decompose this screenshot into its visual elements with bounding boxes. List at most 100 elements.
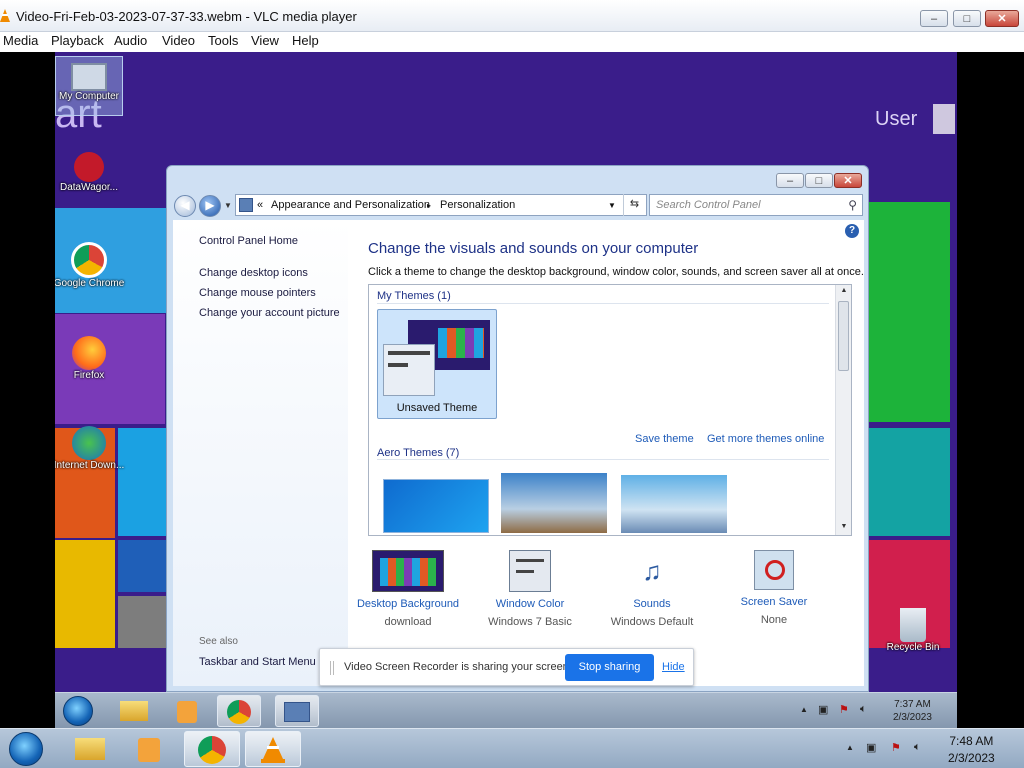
hide-link[interactable]: Hide bbox=[662, 661, 685, 673]
folder-icon bbox=[120, 701, 148, 721]
taskbar-vlc[interactable] bbox=[245, 731, 301, 767]
sounds-option[interactable]: ♫ Sounds Windows Default bbox=[592, 550, 712, 628]
cp-close-button[interactable]: ✕ bbox=[834, 173, 862, 188]
address-bar[interactable]: « Appearance and Personalization ▸ Perso… bbox=[235, 194, 647, 216]
vlc-title-bar: Video-Fri-Feb-03-2023-07-37-33.webm - VL… bbox=[0, 0, 1024, 32]
breadcrumb-personalization[interactable]: Personalization bbox=[440, 199, 515, 211]
tray-expand-icon[interactable]: ▲ bbox=[800, 705, 808, 714]
drag-handle-icon[interactable] bbox=[330, 661, 334, 675]
start-orb-icon[interactable] bbox=[9, 732, 43, 766]
menu-video[interactable]: Video bbox=[162, 33, 195, 48]
menu-playback[interactable]: Playback bbox=[51, 33, 104, 48]
themes-scrollbar[interactable]: ▲ ▼ bbox=[835, 285, 851, 535]
clock-time: 7:37 AM bbox=[894, 699, 931, 710]
theme-name: Unsaved Theme bbox=[396, 402, 478, 414]
taskbar-chrome[interactable] bbox=[217, 695, 261, 727]
firefox-icon bbox=[72, 336, 106, 370]
action-center-icon[interactable]: ⚑ bbox=[891, 741, 901, 754]
recycle-bin-icon bbox=[900, 608, 926, 642]
search-input[interactable]: Search Control Panel bbox=[656, 199, 761, 211]
desktop-icon-idm[interactable]: Internet Down... bbox=[55, 426, 129, 471]
desktop-icon-datawagon[interactable]: DataWagor... bbox=[55, 152, 129, 193]
taskbar-media-player[interactable] bbox=[165, 695, 209, 727]
volume-icon[interactable]: 🔈︎ bbox=[860, 703, 867, 716]
back-button[interactable]: ◀ bbox=[174, 195, 196, 217]
taskbar-media-player[interactable] bbox=[121, 731, 177, 767]
network-icon[interactable]: ▣ bbox=[818, 703, 828, 716]
menu-tools[interactable]: Tools bbox=[208, 33, 238, 48]
aero-themes-heading: Aero Themes (7) bbox=[377, 447, 460, 459]
clock-time: 7:48 AM bbox=[949, 734, 994, 748]
folder-icon bbox=[75, 738, 105, 760]
link-change-desktop-icons[interactable]: Change desktop icons bbox=[199, 267, 308, 279]
task-pane: Control Panel Home Change desktop icons … bbox=[173, 220, 348, 686]
save-theme-link[interactable]: Save theme bbox=[635, 433, 694, 445]
scroll-up-icon[interactable]: ▲ bbox=[836, 287, 851, 294]
taskbar-chrome[interactable] bbox=[184, 731, 240, 767]
link-taskbar-start-menu[interactable]: Taskbar and Start Menu bbox=[199, 656, 316, 668]
media-player-icon bbox=[177, 701, 197, 723]
get-more-themes-link[interactable]: Get more themes online bbox=[707, 433, 824, 445]
stop-sharing-button[interactable]: Stop sharing bbox=[565, 654, 654, 681]
forward-button[interactable]: ▶ bbox=[199, 195, 221, 217]
cp-minimize-button[interactable]: – bbox=[776, 173, 804, 188]
close-button[interactable]: ✕ bbox=[985, 10, 1019, 27]
theme-landscapes[interactable] bbox=[621, 475, 727, 533]
screen-saver-option[interactable]: Screen Saver None bbox=[714, 550, 834, 626]
link-change-mouse-pointers[interactable]: Change mouse pointers bbox=[199, 287, 316, 299]
recent-pages-icon[interactable]: ▼ bbox=[224, 201, 232, 210]
screen-saver-label[interactable]: Screen Saver bbox=[714, 596, 834, 608]
sounds-icon: ♫ bbox=[642, 556, 662, 586]
tile-darkblue bbox=[118, 540, 166, 592]
start-orb-icon[interactable] bbox=[63, 696, 93, 726]
theme-windows7[interactable] bbox=[383, 479, 489, 533]
theme-unsaved[interactable]: Unsaved Theme bbox=[377, 309, 497, 419]
tray-expand-icon[interactable]: ▲ bbox=[846, 743, 854, 752]
breadcrumb-overflow[interactable]: « bbox=[257, 199, 263, 211]
address-dropdown-icon[interactable]: ▼ bbox=[608, 201, 616, 210]
minimize-button[interactable]: – bbox=[920, 10, 948, 27]
menu-media[interactable]: Media bbox=[3, 33, 38, 48]
desktop-icon-firefox[interactable]: Firefox bbox=[55, 336, 129, 381]
menu-audio[interactable]: Audio bbox=[114, 33, 147, 48]
search-box[interactable]: Search Control Panel ⚲ bbox=[649, 194, 863, 216]
page-heading: Change the visuals and sounds on your co… bbox=[368, 240, 699, 257]
refresh-button[interactable]: ⇆ bbox=[623, 194, 645, 216]
search-icon[interactable]: ⚲ bbox=[848, 198, 857, 212]
scroll-thumb[interactable] bbox=[838, 301, 849, 371]
window-color-label[interactable]: Window Color bbox=[470, 598, 590, 610]
cp-maximize-button[interactable]: □ bbox=[805, 173, 833, 188]
menu-view[interactable]: View bbox=[251, 33, 279, 48]
user-avatar bbox=[933, 104, 955, 134]
control-panel-icon bbox=[284, 702, 310, 722]
breadcrumb-appearance[interactable]: Appearance and Personalization bbox=[271, 199, 430, 211]
scroll-down-icon[interactable]: ▼ bbox=[836, 523, 851, 530]
chrome-icon bbox=[71, 242, 107, 278]
clock-date: 2/3/2023 bbox=[948, 751, 995, 765]
desktop-background-label[interactable]: Desktop Background bbox=[348, 598, 468, 610]
desktop-background-option[interactable]: Desktop Background download bbox=[348, 550, 468, 628]
sounds-label[interactable]: Sounds bbox=[592, 598, 712, 610]
taskbar-explorer[interactable] bbox=[112, 695, 156, 727]
window-color-option[interactable]: Window Color Windows 7 Basic bbox=[470, 550, 590, 628]
clock-date: 2/3/2023 bbox=[893, 712, 932, 723]
link-control-panel-home[interactable]: Control Panel Home bbox=[199, 235, 298, 247]
theme-architecture[interactable] bbox=[501, 473, 607, 533]
screen-saver-icon bbox=[754, 550, 794, 590]
desktop-icon-my-computer[interactable]: My Computer bbox=[55, 56, 123, 116]
taskbar-clock[interactable]: 7:48 AM 2/3/2023 bbox=[948, 733, 995, 767]
vlc-cone-icon bbox=[0, 9, 10, 22]
taskbar-explorer[interactable] bbox=[62, 731, 118, 767]
action-center-icon[interactable]: ⚑ bbox=[839, 703, 849, 716]
network-icon[interactable]: ▣ bbox=[866, 741, 876, 754]
maximize-button[interactable]: □ bbox=[953, 10, 981, 27]
help-icon[interactable]: ? bbox=[845, 224, 859, 238]
desktop-icon-chrome[interactable]: Google Chrome bbox=[55, 242, 129, 289]
desktop-icon-recycle-bin[interactable]: Recycle Bin bbox=[873, 608, 953, 653]
taskbar-clock[interactable]: 7:37 AM 2/3/2023 bbox=[893, 698, 932, 724]
menu-help[interactable]: Help bbox=[292, 33, 319, 48]
taskbar-control-panel[interactable] bbox=[275, 695, 319, 727]
volume-icon[interactable]: 🔈︎ bbox=[914, 741, 921, 754]
breadcrumb-separator-icon[interactable]: ▸ bbox=[427, 201, 431, 210]
link-change-account-picture[interactable]: Change your account picture bbox=[199, 307, 340, 319]
